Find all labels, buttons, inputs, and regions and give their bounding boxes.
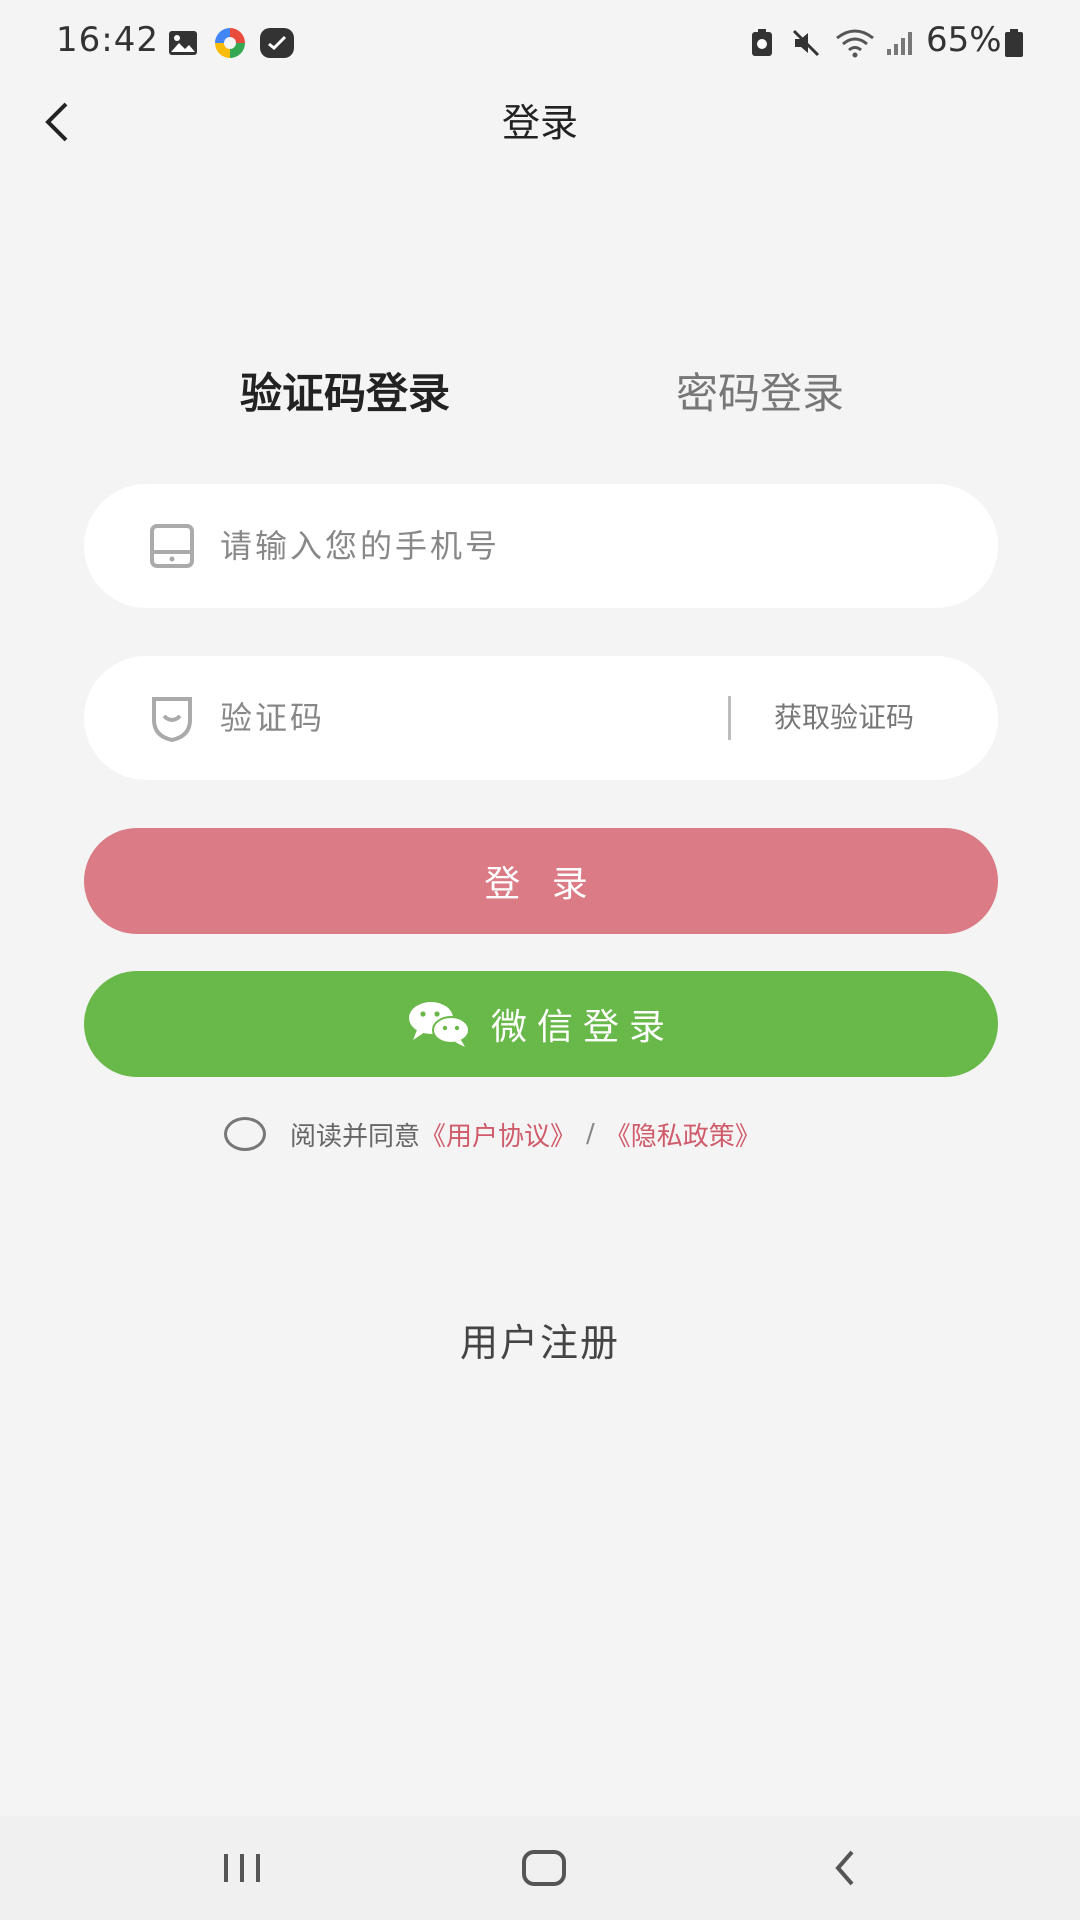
privacy-policy-link[interactable]: 《隐私政策》 [605,1116,761,1153]
page-title: 登录 [501,101,578,145]
get-code-button[interactable]: 获取验证码 [774,696,914,736]
phone-field[interactable] [84,484,998,608]
phone-input[interactable] [220,512,920,580]
code-divider [728,696,731,740]
wechat-button-label: 微信登录 [490,1007,675,1048]
code-field[interactable]: 获取验证码 [84,656,998,780]
battery-icon [1002,26,1026,60]
code-input[interactable] [220,684,700,752]
tab-sms-login[interactable]: 验证码登录 [240,360,450,421]
wechat-login-button[interactable]: 微信登录 [84,971,998,1077]
wechat-icon [407,1000,471,1048]
login-button-label: 登 录 [484,864,598,905]
nav-back-icon[interactable] [806,1840,886,1896]
battery-percent: 65% [926,20,1002,60]
agree-checkbox[interactable] [224,1117,266,1151]
status-bar: 16:42 65% [0,0,1080,90]
recent-apps-icon[interactable] [202,1840,282,1896]
home-icon[interactable] [504,1840,584,1896]
battery-saver-icon [748,26,776,60]
app-icon [212,26,248,60]
phone-icon [148,522,196,570]
wifi-icon [834,26,876,60]
chat-app-icon [258,26,296,60]
gallery-icon [166,26,200,60]
shield-icon [148,694,196,743]
status-time: 16:42 [56,20,159,60]
agreement-row: 阅读并同意 《用户协议》 / 《隐私政策》 [224,1110,761,1158]
tab-password-login[interactable]: 密码登录 [676,360,844,421]
signal-icon [884,26,916,60]
mute-icon [790,26,822,60]
register-link[interactable]: 用户注册 [0,1312,1080,1367]
login-button[interactable]: 登 录 [84,828,998,934]
user-agreement-link[interactable]: 《用户协议》 [420,1116,576,1153]
agreement-prefix: 阅读并同意 [290,1121,421,1152]
agreement-separator: / [586,1119,595,1149]
